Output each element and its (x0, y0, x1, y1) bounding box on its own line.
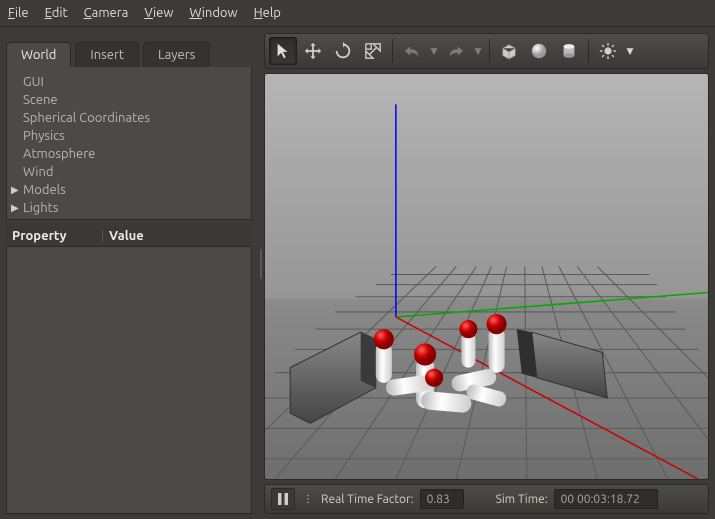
property-panel (6, 246, 252, 514)
undo-menu-button[interactable]: ▼ (428, 37, 440, 65)
scene-render (265, 74, 708, 479)
tree-label: Models (23, 183, 66, 197)
toolbar: ▼ ▼ ▼ (264, 33, 709, 69)
box-icon (500, 42, 518, 60)
tab-world[interactable]: World (6, 42, 71, 67)
tree-models[interactable]: ▶Models (7, 181, 251, 199)
rotate-icon (334, 42, 352, 60)
redo-icon (447, 42, 465, 60)
rtf-label: Real Time Factor: (321, 493, 414, 506)
tree-spherical[interactable]: Spherical Coordinates (7, 109, 251, 127)
sidebar-tabs: World Insert Layers (0, 27, 258, 67)
step-icon: ⋮ (303, 493, 313, 505)
rtf-value: 0.83 (420, 489, 464, 509)
property-header: Property Value (6, 226, 252, 246)
toolbar-separator (489, 39, 490, 63)
tree-scene[interactable]: Scene (7, 91, 251, 109)
chevron-down-icon: ▼ (475, 46, 482, 57)
sphere-shape-button[interactable] (525, 37, 553, 65)
cursor-icon (274, 42, 292, 60)
sun-icon (599, 42, 617, 60)
pause-button[interactable] (271, 488, 295, 510)
pause-icon (278, 493, 288, 505)
tree-lights[interactable]: ▶Lights (7, 199, 251, 217)
sphere-icon (530, 42, 548, 60)
step-button[interactable]: ⋮ (301, 489, 315, 509)
menu-window[interactable]: Window (189, 6, 237, 20)
redo-button[interactable] (442, 37, 470, 65)
cylinder-shape-button[interactable] (555, 37, 583, 65)
box-shape-button[interactable] (495, 37, 523, 65)
viewport[interactable] (264, 73, 709, 480)
select-tool-button[interactable] (269, 37, 297, 65)
toolbar-separator (588, 39, 589, 63)
undo-icon (403, 42, 421, 60)
col-property[interactable]: Property (6, 229, 102, 243)
toolbar-separator (392, 39, 393, 63)
expand-icon: ▶ (11, 202, 21, 214)
simtime-label: Sim Time: (496, 493, 548, 506)
scale-tool-button[interactable] (359, 37, 387, 65)
menu-view[interactable]: View (144, 6, 173, 20)
tab-layers[interactable]: Layers (143, 42, 210, 67)
scale-icon (364, 42, 382, 60)
content: World Insert Layers GUI Scene Spherical … (0, 27, 715, 519)
tree-gui[interactable]: GUI (7, 73, 251, 91)
translate-tool-button[interactable] (299, 37, 327, 65)
simtime-value: 00 00:03:18.72 (554, 489, 658, 509)
tab-insert[interactable]: Insert (75, 42, 139, 67)
pin-standing (459, 320, 477, 368)
sidebar: World Insert Layers GUI Scene Spherical … (0, 27, 258, 519)
chevron-down-icon: ▼ (627, 46, 634, 57)
main-area: ▼ ▼ ▼ (264, 27, 715, 519)
cylinder-icon (560, 42, 578, 60)
menu-edit[interactable]: Edit (45, 6, 68, 20)
chevron-down-icon: ▼ (431, 46, 438, 57)
menu-bar: File Edit Camera View Window Help (0, 0, 715, 27)
pin-standing (487, 314, 507, 373)
menu-help[interactable]: Help (254, 6, 281, 20)
light-button[interactable] (594, 37, 622, 65)
world-tree: GUI Scene Spherical Coordinates Physics … (6, 67, 252, 220)
pin-standing (374, 329, 394, 383)
tree-label: Lights (23, 201, 58, 215)
move-icon (304, 42, 322, 60)
tree-atmosphere[interactable]: Atmosphere (7, 145, 251, 163)
menu-camera[interactable]: Camera (84, 6, 129, 20)
tree-wind[interactable]: Wind (7, 163, 251, 181)
expand-icon: ▶ (11, 184, 21, 196)
menu-file[interactable]: File (8, 6, 29, 20)
rotate-tool-button[interactable] (329, 37, 357, 65)
status-bar: ⋮ Real Time Factor: 0.83 Sim Time: 00 00… (264, 484, 709, 514)
tree-physics[interactable]: Physics (7, 127, 251, 145)
col-value[interactable]: Value (102, 229, 252, 243)
undo-button[interactable] (398, 37, 426, 65)
light-menu-button[interactable]: ▼ (624, 37, 636, 65)
redo-menu-button[interactable]: ▼ (472, 37, 484, 65)
